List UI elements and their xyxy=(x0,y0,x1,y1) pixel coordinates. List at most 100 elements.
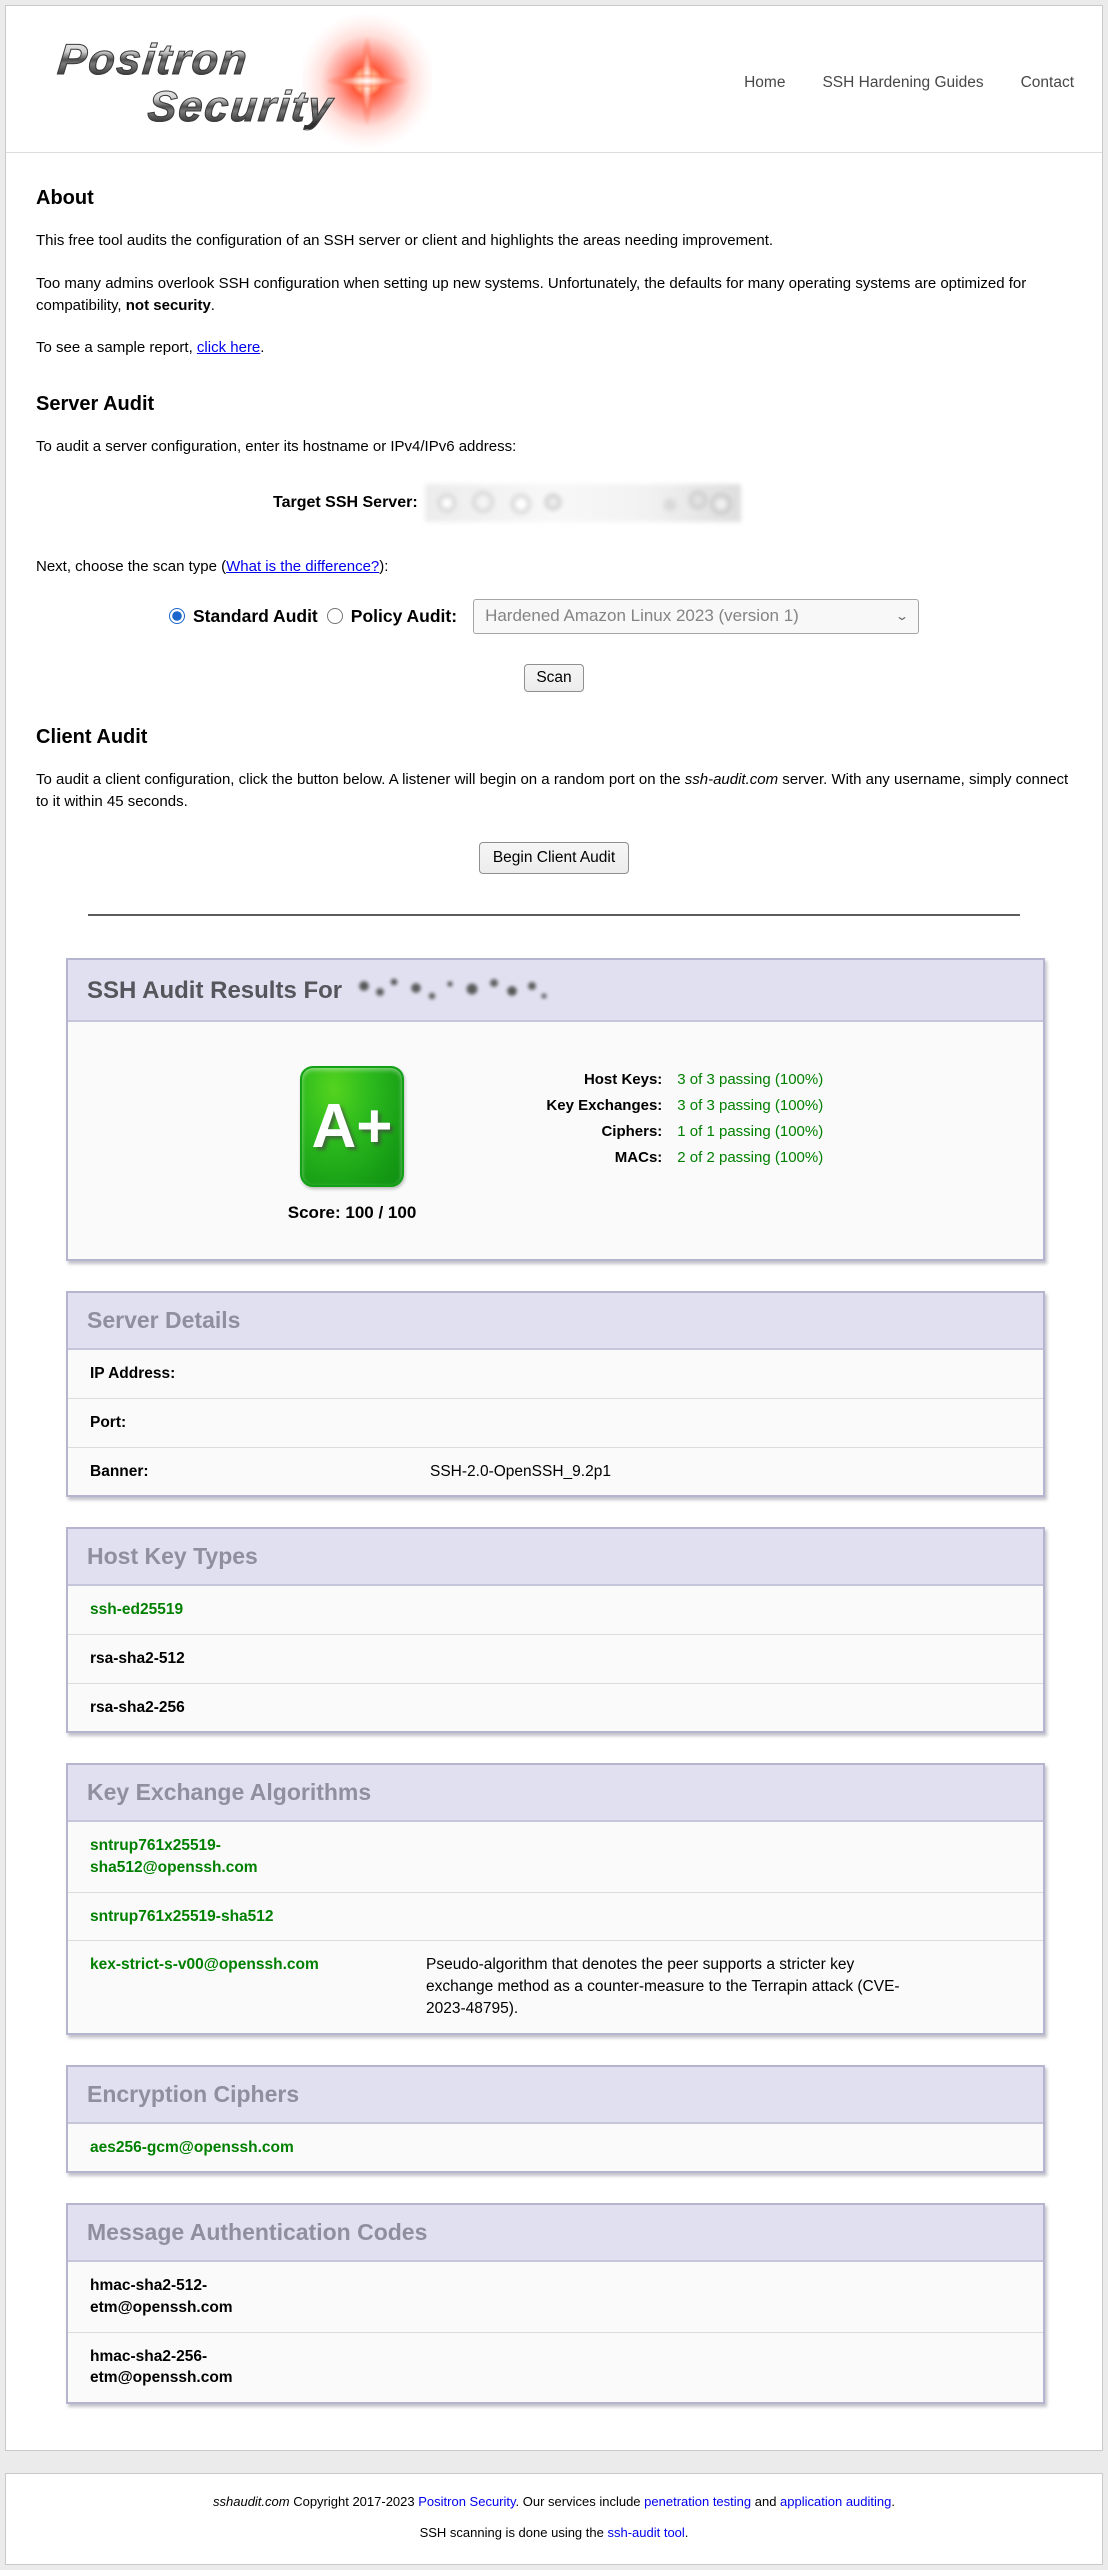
redacted-hostname-blur xyxy=(354,974,554,1006)
banner-value: SSH-2.0-OpenSSH_9.2p1 xyxy=(430,1461,611,1483)
header-divider xyxy=(6,152,1102,153)
ip-address-label: IP Address: xyxy=(90,1363,430,1385)
algorithm-name: hmac-sha2-256-etm@openssh.com xyxy=(90,2346,290,2389)
client-audit-paragraph: To audit a client configuration, click t… xyxy=(36,769,1072,813)
macs-panel: Message Authentication Codes hmac-sha2-5… xyxy=(66,2203,1045,2404)
audit-results-body: A+ Score: 100 / 100 Host Keys: 3 of 3 pa… xyxy=(68,1022,1043,1259)
scan-type-text: Next, choose the scan type ( xyxy=(36,558,226,575)
stat-value: 2 of 2 passing (100%) xyxy=(677,1149,823,1166)
port-label: Port: xyxy=(90,1412,430,1434)
stat-label: Ciphers: xyxy=(466,1123,662,1140)
policy-select[interactable]: Hardened Amazon Linux 2023 (version 1) ⌄ xyxy=(473,599,919,634)
server-details-heading: Server Details xyxy=(68,1293,1043,1350)
list-item: sntrup761x25519-sha512 xyxy=(68,1892,1043,1941)
section-divider xyxy=(88,914,1020,916)
scan-button-row: Scan xyxy=(36,664,1072,692)
about-p3-period: . xyxy=(260,339,264,356)
stat-row-key-exchanges: Key Exchanges: 3 of 3 passing (100%) xyxy=(466,1097,823,1114)
begin-client-audit-button[interactable]: Begin Client Audit xyxy=(479,842,629,874)
footer-copyright-text: Copyright 2017-2023 xyxy=(290,2494,419,2509)
nav-home[interactable]: Home xyxy=(744,74,785,92)
list-item: hmac-sha2-256-etm@openssh.com xyxy=(68,2332,1043,2402)
grade-badge: A+ xyxy=(300,1066,404,1187)
table-row: Port: xyxy=(68,1398,1043,1447)
stat-label: Host Keys: xyxy=(466,1071,662,1088)
algorithm-note: Pseudo-algorithm that denotes the peer s… xyxy=(360,1954,920,2019)
footer-scanning-text: SSH scanning is done using the xyxy=(420,2525,608,2540)
about-paragraph-3: To see a sample report, click here. xyxy=(36,337,1072,359)
logo-text-security: Security xyxy=(146,86,336,129)
server-details-panel: Server Details IP Address: Port: Banner:… xyxy=(66,1291,1045,1497)
scan-type-text-end: ): xyxy=(379,558,388,575)
stat-label: Key Exchanges: xyxy=(466,1097,662,1114)
client-audit-heading: Client Audit xyxy=(36,726,1072,749)
stat-label: MACs: xyxy=(466,1149,662,1166)
encryption-ciphers-panel: Encryption Ciphers aes256-gcm@openssh.co… xyxy=(66,2065,1045,2174)
list-item: aes256-gcm@openssh.com xyxy=(68,2124,1043,2172)
about-p2-period: . xyxy=(211,297,215,314)
sample-report-link[interactable]: click here xyxy=(197,339,260,356)
server-audit-intro: To audit a server configuration, enter i… xyxy=(36,436,1072,458)
table-row: IP Address: xyxy=(68,1350,1043,1398)
algorithm-name: kex-strict-s-v00@openssh.com xyxy=(90,1954,360,2019)
algorithm-name: sntrup761x25519-sha512@openssh.com xyxy=(90,1835,360,1878)
client-audit-text: To audit a client configuration, click t… xyxy=(36,771,685,788)
about-heading: About xyxy=(36,187,1072,210)
server-audit-heading: Server Audit xyxy=(36,393,1072,416)
scan-type-line: Next, choose the scan type (What is the … xyxy=(36,558,1072,575)
ssh-audit-tool-link[interactable]: ssh-audit tool xyxy=(607,2525,684,2540)
algorithm-name: hmac-sha2-512-etm@openssh.com xyxy=(90,2275,290,2318)
target-ssh-server-input[interactable] xyxy=(425,484,741,522)
nav-contact[interactable]: Contact xyxy=(1021,74,1074,92)
about-section: About This free tool audits the configur… xyxy=(6,187,1102,359)
footer-and-text: and xyxy=(751,2494,780,2509)
stat-row-ciphers: Ciphers: 1 of 1 passing (100%) xyxy=(466,1123,823,1140)
footer-period: . xyxy=(891,2494,895,2509)
audit-results-panel: SSH Audit Results For A+ Score: 100 / 10… xyxy=(66,958,1045,1261)
nav-ssh-hardening-guides[interactable]: SSH Hardening Guides xyxy=(822,74,983,92)
standard-audit-label[interactable]: Standard Audit xyxy=(193,606,318,627)
host-key-types-panel: Host Key Types ssh-ed25519 rsa-sha2-512 … xyxy=(66,1527,1045,1733)
policy-select-value: Hardened Amazon Linux 2023 (version 1) xyxy=(485,606,799,626)
policy-audit-radio[interactable] xyxy=(327,608,343,624)
site-footer: sshaudit.com Copyright 2017-2023 Positro… xyxy=(5,2473,1103,2565)
scan-button[interactable]: Scan xyxy=(524,664,583,692)
table-row: Banner: SSH-2.0-OpenSSH_9.2p1 xyxy=(68,1447,1043,1496)
key-exchange-heading: Key Exchange Algorithms xyxy=(68,1765,1043,1822)
stats-column: Host Keys: 3 of 3 passing (100%) Key Exc… xyxy=(466,1066,823,1223)
client-audit-domain: ssh-audit.com xyxy=(685,771,778,788)
host-key-types-heading: Host Key Types xyxy=(68,1529,1043,1586)
footer-services-text: . Our services include xyxy=(516,2494,645,2509)
standard-audit-radio[interactable] xyxy=(169,608,185,624)
penetration-testing-link[interactable]: penetration testing xyxy=(644,2494,751,2509)
stat-value: 3 of 3 passing (100%) xyxy=(677,1071,823,1088)
policy-audit-label[interactable]: Policy Audit: xyxy=(351,606,457,627)
stat-value: 1 of 1 passing (100%) xyxy=(677,1123,823,1140)
list-item: sntrup761x25519-sha512@openssh.com xyxy=(68,1822,1043,1891)
score-text: Score: 100 / 100 xyxy=(288,1203,417,1223)
audit-results-title-text: SSH Audit Results For xyxy=(87,977,342,1004)
stat-value: 3 of 3 passing (100%) xyxy=(677,1097,823,1114)
main-card: Positron Security Home SSH Hardening Gui… xyxy=(5,5,1103,2451)
chevron-down-icon: ⌄ xyxy=(895,609,909,623)
footer-line-2: SSH scanning is done using the ssh-audit… xyxy=(16,2525,1092,2540)
list-item: ssh-ed25519 xyxy=(68,1586,1043,1634)
main-nav: Home SSH Hardening Guides Contact xyxy=(744,70,1074,92)
about-p3-text: To see a sample report, xyxy=(36,339,197,356)
site-header: Positron Security Home SSH Hardening Gui… xyxy=(6,6,1102,152)
site-logo[interactable]: Positron Security xyxy=(30,25,440,137)
about-p2-bold: not security xyxy=(126,297,211,314)
client-audit-section: Client Audit To audit a client configura… xyxy=(6,726,1102,875)
banner-label: Banner: xyxy=(90,1461,430,1483)
target-server-row: Target SSH Server: xyxy=(273,484,1072,522)
algorithm-name: sntrup761x25519-sha512 xyxy=(90,1906,360,1928)
list-item: kex-strict-s-v00@openssh.com Pseudo-algo… xyxy=(68,1940,1043,2032)
server-audit-section: Server Audit To audit a server configura… xyxy=(6,393,1102,692)
application-auditing-link[interactable]: application auditing xyxy=(780,2494,891,2509)
encryption-ciphers-heading: Encryption Ciphers xyxy=(68,2067,1043,2124)
about-paragraph-2: Too many admins overlook SSH configurati… xyxy=(36,273,1072,317)
positron-security-link[interactable]: Positron Security xyxy=(418,2494,515,2509)
scan-type-difference-link[interactable]: What is the difference? xyxy=(226,558,379,575)
footer-domain: sshaudit.com xyxy=(213,2494,290,2509)
footer-line-1: sshaudit.com Copyright 2017-2023 Positro… xyxy=(16,2494,1092,2509)
